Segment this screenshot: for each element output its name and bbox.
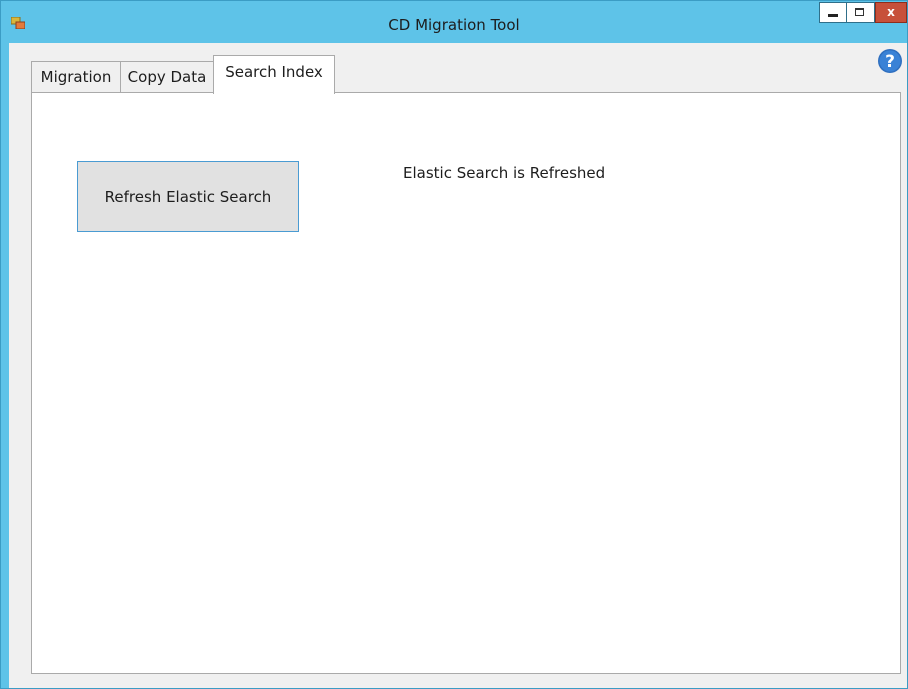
tab-search-index[interactable]: Search Index <box>213 55 335 94</box>
close-button[interactable]: x <box>875 2 907 23</box>
status-label: Elastic Search is Refreshed <box>403 164 606 182</box>
minimize-button[interactable] <box>819 2 847 23</box>
maximize-icon <box>855 8 864 16</box>
help-glyph: ? <box>885 52 895 72</box>
help-icon[interactable]: ? <box>877 48 903 74</box>
close-icon: x <box>887 5 895 19</box>
minimize-icon <box>828 14 838 17</box>
refresh-elastic-search-button[interactable]: Refresh Elastic Search <box>77 161 299 232</box>
app-window: CD Migration Tool x ? Migration Copy Dat… <box>0 0 908 689</box>
title-bar[interactable]: CD Migration Tool x <box>1 1 907 43</box>
tab-migration[interactable]: Migration <box>31 61 121 93</box>
tab-copy-data[interactable]: Copy Data <box>120 61 214 93</box>
client-area: ? Migration Copy Data Search Index Refre… <box>9 43 907 688</box>
search-index-panel: Refresh Elastic Search Elastic Search is… <box>31 92 901 674</box>
window-title: CD Migration Tool <box>388 16 520 34</box>
maximize-button[interactable] <box>847 2 875 23</box>
